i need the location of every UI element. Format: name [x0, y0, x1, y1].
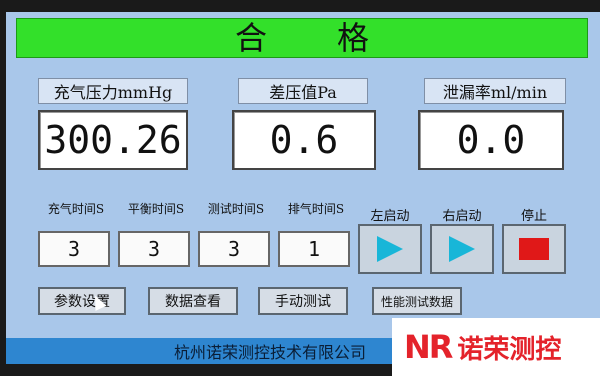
stop-icon: [519, 238, 549, 260]
brand-logo: NR 诺荣测控: [392, 318, 600, 376]
manual-test-button[interactable]: 手动测试: [258, 287, 348, 315]
pressure-value: 300.26: [38, 110, 188, 170]
params-settings-button[interactable]: 参数设置: [38, 287, 126, 315]
left-start-button[interactable]: [358, 224, 422, 274]
data-view-button[interactable]: 数据查看: [148, 287, 238, 315]
right-start-label: 右启动: [442, 208, 482, 224]
leak-rate-label: 泄漏率ml/min: [424, 78, 566, 104]
left-start-label: 左启动: [370, 208, 410, 224]
brand-logo-mark: NR: [404, 328, 453, 366]
play-icon: [449, 236, 475, 262]
balance-time-field[interactable]: 3: [118, 231, 190, 267]
test-time-field[interactable]: 3: [198, 231, 270, 267]
play-icon: [377, 236, 403, 262]
brand-logo-text: 诺荣测控: [457, 334, 562, 365]
balance-time-label: 平衡时间S: [127, 201, 185, 216]
diff-pressure-label: 差压值Pa: [238, 78, 368, 104]
stop-button[interactable]: [502, 224, 566, 274]
test-time-label: 测试时间S: [207, 201, 265, 216]
right-start-button[interactable]: [430, 224, 494, 274]
perf-test-data-button[interactable]: 性能测试数据: [372, 287, 462, 315]
exhaust-time-label: 排气时间S: [287, 201, 345, 216]
fill-time-label: 充气时间S: [47, 201, 105, 216]
exhaust-time-field[interactable]: 1: [278, 231, 350, 267]
diff-pressure-value: 0.6: [232, 110, 376, 170]
hmi-screen: 合格 充气压力mmHg 差压值Pa 泄漏率ml/min 300.26 0.6 0…: [6, 12, 600, 364]
leak-rate-value: 0.0: [418, 110, 564, 170]
result-status-text: 合格: [234, 19, 439, 57]
result-status-bar: 合格: [16, 18, 588, 58]
fill-time-field[interactable]: 3: [38, 231, 110, 267]
pressure-label: 充气压力mmHg: [38, 78, 188, 104]
stop-label: 停止: [520, 208, 547, 224]
